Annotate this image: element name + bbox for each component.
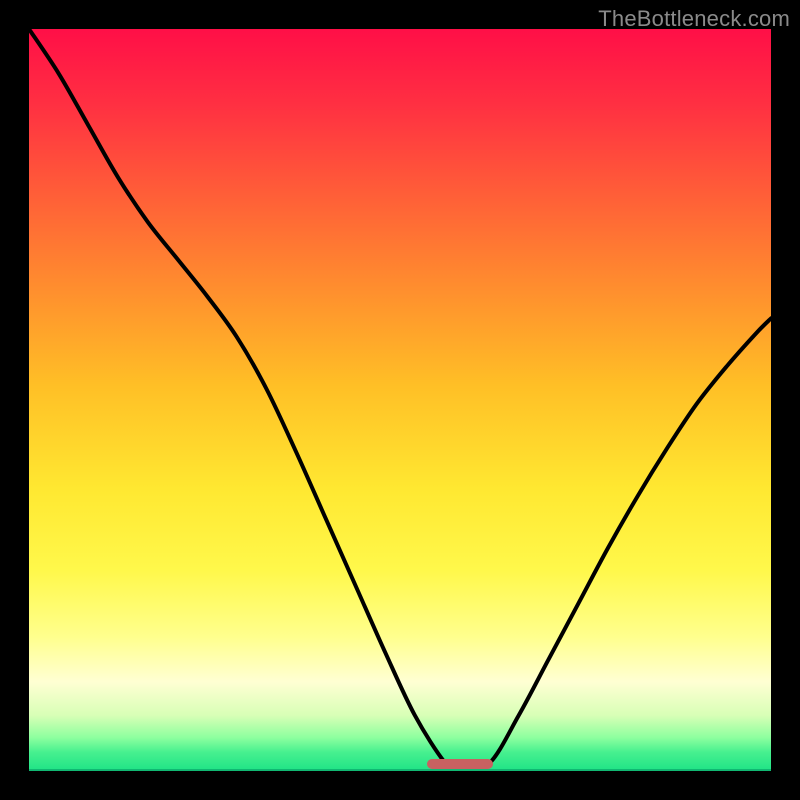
chart-frame: TheBottleneck.com xyxy=(0,0,800,800)
plot-area xyxy=(29,29,771,771)
watermark-text: TheBottleneck.com xyxy=(598,6,790,32)
bottom-edge xyxy=(29,769,771,771)
trough-marker xyxy=(427,759,493,769)
bottleneck-curve xyxy=(29,29,771,771)
curve-svg xyxy=(29,29,771,771)
